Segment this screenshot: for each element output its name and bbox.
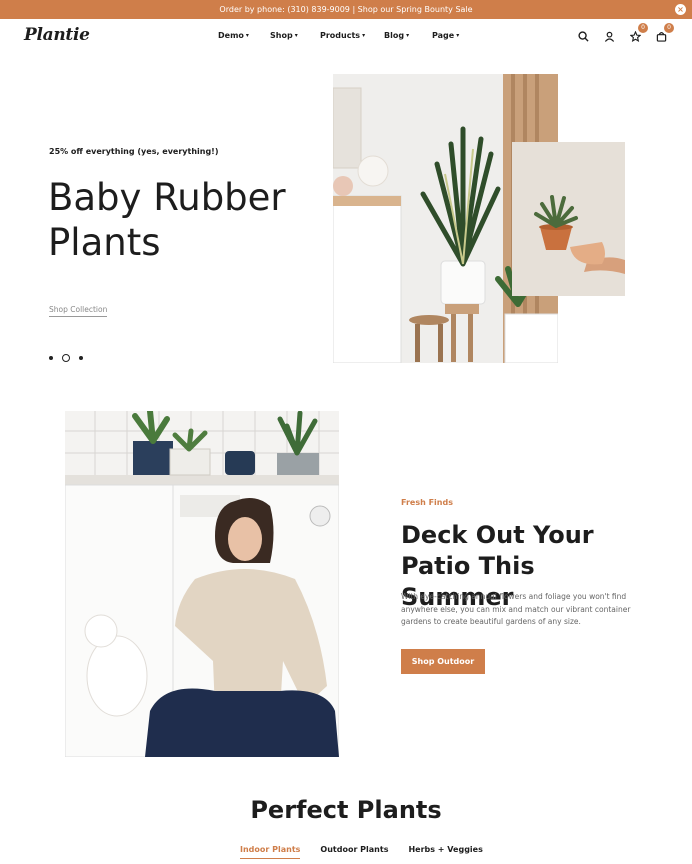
- nav-item-label: Demo: [218, 31, 244, 40]
- nav-item-blog[interactable]: Blog ▾: [384, 31, 416, 40]
- nav-item-demo[interactable]: Demo ▾: [218, 31, 254, 40]
- promo-image: [65, 411, 339, 757]
- tab-outdoor-plants[interactable]: Outdoor Plants: [320, 845, 388, 859]
- site-header: Plantie Demo ▾ Shop ▾ Products ▾ Blog ▾ …: [0, 19, 692, 55]
- hero-secondary-image: [512, 142, 625, 296]
- star-icon[interactable]: 0: [628, 23, 648, 43]
- announcement-text: Order by phone: (310) 839-9009 | Shop ou…: [219, 5, 473, 14]
- announcement-bar: Order by phone: (310) 839-9009 | Shop ou…: [0, 0, 692, 19]
- chevron-down-icon: ▾: [294, 32, 298, 39]
- main-nav: Demo ▾ Shop ▾ Products ▾ Blog ▾ Page ▾: [218, 31, 485, 40]
- nav-item-label: Shop: [270, 31, 293, 40]
- slider-dots: [49, 354, 83, 362]
- search-icon[interactable]: [576, 29, 590, 43]
- chevron-down-icon: ▾: [406, 32, 410, 39]
- slider-dot[interactable]: [49, 356, 53, 360]
- chevron-down-icon: ▾: [456, 32, 460, 39]
- promo-eyebrow: Fresh Finds: [401, 498, 453, 507]
- nav-item-label: Products: [320, 31, 361, 40]
- tab-indoor-plants[interactable]: Indoor Plants: [240, 845, 301, 859]
- close-icon[interactable]: ×: [675, 4, 686, 15]
- collection-tabs: Indoor Plants Outdoor Plants Herbs + Veg…: [240, 845, 503, 859]
- hero-subtitle: 25% off everything (yes, everything!): [49, 147, 219, 156]
- hero-title-line1: Baby Rubber: [48, 176, 286, 219]
- nav-item-page[interactable]: Page ▾: [432, 31, 459, 40]
- promo-body: With eye-catching annual flowers and fol…: [401, 592, 631, 626]
- wishlist-count-badge: 0: [638, 23, 648, 33]
- cart-count-badge: 0: [664, 23, 674, 33]
- hero-title: Baby Rubber Plants: [48, 175, 318, 265]
- header-icons: 0 0: [576, 23, 674, 43]
- promo-title-line1: Deck Out Your: [401, 521, 594, 549]
- shop-collection-link[interactable]: Shop Collection: [49, 305, 108, 317]
- bag-icon[interactable]: 0: [654, 23, 674, 43]
- logo[interactable]: Plantie: [24, 25, 90, 45]
- user-icon[interactable]: [602, 29, 616, 43]
- nav-item-shop[interactable]: Shop ▾: [270, 31, 304, 40]
- tab-herbs-veggies[interactable]: Herbs + Veggies: [408, 845, 482, 859]
- chevron-down-icon: ▾: [245, 32, 249, 39]
- nav-item-products[interactable]: Products ▾: [320, 31, 368, 40]
- chevron-down-icon: ▾: [362, 32, 366, 39]
- nav-item-label: Page: [432, 31, 455, 40]
- slider-dot[interactable]: [79, 356, 83, 360]
- hero-title-line2: Plants: [48, 221, 161, 264]
- slider-dot-active[interactable]: [62, 354, 70, 362]
- collection-title: Perfect Plants: [250, 796, 442, 824]
- nav-item-label: Blog: [384, 31, 405, 40]
- shop-outdoor-button[interactable]: Shop Outdoor: [401, 649, 485, 674]
